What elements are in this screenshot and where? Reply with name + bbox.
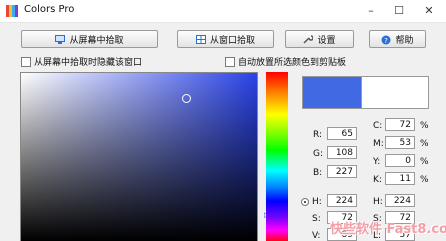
y-label: Y: [373, 157, 381, 167]
saturation-value-picker[interactable] [20, 72, 258, 241]
c-input[interactable]: 72 [385, 118, 415, 131]
g-input[interactable]: 108 [327, 146, 357, 159]
r-label: R: [313, 130, 323, 140]
svg-text:?: ? [385, 37, 389, 45]
hsv-h-input[interactable]: 224 [327, 194, 357, 207]
hsv-s-label: S: [312, 214, 321, 224]
close-button[interactable]: ✕ [420, 2, 438, 20]
previous-color-swatch [362, 76, 429, 109]
hide-window-checkbox[interactable] [21, 56, 31, 67]
current-color-swatch [302, 76, 362, 109]
monitor-icon [55, 34, 66, 44]
pick-from-window-button[interactable]: 从窗口拾取 [177, 30, 274, 48]
hide-window-label: 从屏幕中拾取时隐藏该窗口 [34, 58, 143, 68]
auto-copy-checkbox[interactable] [225, 56, 235, 67]
m-label: M: [373, 139, 384, 149]
hue-slider-marker[interactable]: ▷◁ [264, 211, 283, 219]
app-window: Colors Pro – ☐ ✕ 从屏幕中拾取 从窗口拾取 设置 ? 帮助 从屏… [0, 0, 446, 241]
hsl-h-input[interactable]: 224 [385, 194, 415, 207]
hsv-v-label: V: [312, 231, 321, 241]
window-grid-icon [195, 34, 206, 44]
wrench-icon [303, 34, 315, 44]
title-bar: Colors Pro – ☐ ✕ [0, 0, 446, 23]
auto-copy-option[interactable]: 自动放置所选颜色到剪贴板 [225, 55, 346, 68]
k-unit: % [420, 175, 429, 185]
minimize-button[interactable]: – [362, 2, 380, 20]
k-label: K: [373, 175, 382, 185]
b-label: B: [313, 168, 323, 178]
settings-label: 设置 [317, 35, 336, 46]
pick-from-screen-label: 从屏幕中拾取 [69, 35, 124, 46]
hsv-radio[interactable] [301, 198, 309, 206]
hsv-h-label: H: [312, 197, 322, 207]
c-label: C: [373, 121, 383, 131]
settings-button[interactable]: 设置 [285, 30, 354, 48]
m-input[interactable]: 53 [385, 136, 415, 149]
b-input[interactable]: 227 [327, 165, 357, 178]
g-label: G: [313, 149, 324, 159]
hide-window-option[interactable]: 从屏幕中拾取时隐藏该窗口 [21, 55, 142, 68]
y-unit: % [420, 157, 429, 167]
y-input[interactable]: 0 [385, 154, 415, 167]
m-unit: % [420, 139, 429, 149]
k-input[interactable]: 11 [385, 172, 415, 185]
picker-cursor[interactable] [182, 94, 191, 103]
r-input[interactable]: 65 [327, 127, 357, 140]
site-watermark: 快些软件 Fast8.com [330, 222, 446, 237]
help-label: 帮助 [395, 35, 414, 46]
window-title: Colors Pro [24, 4, 75, 15]
hsl-h-label: H: [373, 197, 383, 207]
maximize-button[interactable]: ☐ [390, 2, 408, 20]
app-logo-icon [6, 5, 19, 17]
help-button[interactable]: ? 帮助 [369, 30, 426, 48]
auto-copy-label: 自动放置所选颜色到剪贴板 [238, 58, 347, 68]
pick-from-screen-button[interactable]: 从屏幕中拾取 [21, 30, 158, 48]
pick-from-window-label: 从窗口拾取 [209, 35, 255, 46]
help-icon: ? [381, 35, 391, 45]
c-unit: % [420, 121, 429, 131]
